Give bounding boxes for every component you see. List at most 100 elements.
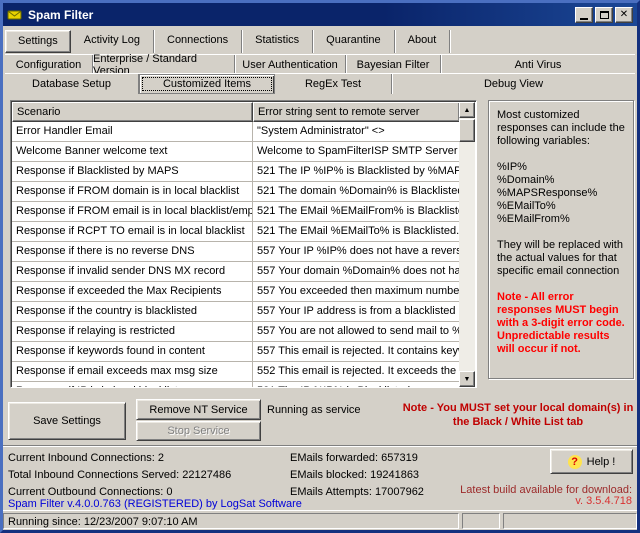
stat-label: Current Outbound Connections: — [8, 486, 163, 498]
cell-error: 521 The EMail %EMailFrom% is Blacklisted… — [253, 202, 460, 221]
cell-scenario: Response if RCPT TO email is in local bl… — [12, 222, 253, 241]
vertical-scrollbar[interactable]: ▲ ▼ — [459, 102, 475, 387]
table-row[interactable]: Response if invalid sender DNS MX record… — [12, 262, 460, 282]
column-header-error-string[interactable]: Error string sent to remote server — [253, 102, 460, 122]
cell-error: 557 You exceeded then maximum number of … — [253, 282, 460, 301]
maximize-icon — [600, 11, 609, 19]
cell-scenario: Response if FROM email is in local black… — [12, 202, 253, 221]
status-panel-2 — [462, 513, 500, 529]
connection-stats: Current Inbound Connections: 2 Total Inb… — [8, 450, 231, 501]
stat-label: EMails forwarded: — [290, 452, 378, 464]
tab-anti-virus[interactable]: Anti Virus — [441, 55, 635, 74]
scroll-up-button[interactable]: ▲ — [459, 102, 475, 118]
status-bar: Running since: 12/23/2007 9:07:10 AM — [3, 510, 637, 531]
stat-value: 22127486 — [182, 469, 231, 481]
table-row[interactable]: Response if keywords found in content557… — [12, 342, 460, 362]
close-button[interactable]: ✕ — [615, 7, 633, 23]
variable-mapsresponse: %MAPSResponse% — [497, 187, 627, 200]
status-panel-3 — [503, 513, 637, 529]
cell-error: 521 The EMail %EMailTo% is Blacklisted. — [253, 222, 460, 241]
window-title: Spam Filter — [28, 8, 93, 22]
table-row[interactable]: Response if the country is blacklisted55… — [12, 302, 460, 322]
cell-error: 552 This email is rejected. It exceeds t… — [253, 362, 460, 381]
cell-error: Welcome to SpamFilterISP SMTP Server %Ve… — [253, 142, 460, 161]
tab-bayesian-filter[interactable]: Bayesian Filter — [346, 55, 441, 74]
stat-label: Current Inbound Connections: — [8, 452, 155, 464]
maximize-button[interactable] — [595, 7, 613, 23]
table-row[interactable]: Response if FROM domain is in local blac… — [12, 182, 460, 202]
variable-ip: %IP% — [497, 161, 627, 174]
info-replacement: They will be replaced with the actual va… — [497, 239, 627, 278]
cell-scenario: Response if the country is blacklisted — [12, 302, 253, 321]
table-row[interactable]: Response if relaying is restricted557 Yo… — [12, 322, 460, 342]
latest-build-version-link[interactable]: v. 3.5.4.718 — [575, 495, 632, 507]
table-row[interactable]: Response if exceeded the Max Recipients5… — [12, 282, 460, 302]
remove-nt-service-button[interactable]: Remove NT Service — [136, 399, 261, 420]
cell-error: 557 This email is rejected. It contains … — [253, 342, 460, 361]
service-status-text: Running as service — [267, 404, 361, 416]
tab-user-authentication[interactable]: User Authentication — [235, 55, 346, 74]
tab-statistics[interactable]: Statistics — [242, 30, 313, 53]
cell-scenario: Response if exceeded the Max Recipients — [12, 282, 253, 301]
grid-rows: Error Handler Email"System Administrator… — [12, 122, 460, 387]
minimize-button[interactable] — [575, 7, 593, 23]
stat-value: 19241863 — [370, 469, 419, 481]
tab-regex-test[interactable]: RegEx Test — [275, 74, 392, 94]
tab-enterprise-standard-version[interactable]: Enterprise / Standard Version — [93, 55, 235, 74]
title-bar: Spam Filter ✕ — [3, 3, 637, 26]
stat-value: 657319 — [381, 452, 418, 464]
table-row[interactable]: Response if email exceeds max msg size55… — [12, 362, 460, 382]
running-since-panel: Running since: 12/23/2007 9:07:10 AM — [3, 513, 459, 529]
cell-error: 557 You are not allowed to send mail to … — [253, 322, 460, 341]
tab-customized-items[interactable]: Customized Items — [139, 74, 275, 94]
variables-info-panel: Most customized responses can include th… — [488, 100, 634, 379]
stop-service-button: Stop Service — [136, 421, 261, 441]
registered-version-link[interactable]: Spam Filter v.4.0.0.763 (REGISTERED) by … — [8, 498, 302, 510]
variable-emailto: %EMailTo% — [497, 200, 627, 213]
scroll-down-icon: ▼ — [464, 376, 471, 383]
save-settings-button[interactable]: Save Settings — [8, 402, 126, 440]
cell-scenario: Response if keywords found in content — [12, 342, 253, 361]
variable-domain: %Domain% — [497, 174, 627, 187]
tab-about[interactable]: About — [395, 30, 451, 53]
email-stats: EMails forwarded: 657319 EMails blocked:… — [290, 450, 424, 501]
help-question-icon: ? — [568, 455, 582, 469]
local-domains-note: Note - You MUST set your local domain(s)… — [400, 401, 636, 429]
settings-tab-row-2: Database Setup Customized Items RegEx Te… — [5, 73, 635, 94]
table-row[interactable]: Response if IP is in local blacklist521 … — [12, 382, 460, 387]
cell-scenario: Response if invalid sender DNS MX record — [12, 262, 253, 281]
tab-settings[interactable]: Settings — [5, 30, 71, 53]
cell-scenario: Response if relaying is restricted — [12, 322, 253, 341]
stat-value: 17007962 — [375, 486, 424, 498]
table-row[interactable]: Response if FROM email is in local black… — [12, 202, 460, 222]
tab-configuration[interactable]: Configuration — [5, 55, 93, 74]
customized-items-grid: Scenario Error string sent to remote ser… — [10, 100, 477, 388]
table-row[interactable]: Welcome Banner welcome textWelcome to Sp… — [12, 142, 460, 162]
stat-value: 2 — [158, 452, 164, 464]
settings-tab-row-1: Configuration Enterprise / Standard Vers… — [5, 54, 635, 74]
table-row[interactable]: Response if there is no reverse DNS557 Y… — [12, 242, 460, 262]
cell-scenario: Response if Blacklisted by MAPS — [12, 162, 253, 181]
cell-scenario: Welcome Banner welcome text — [12, 142, 253, 161]
close-icon: ✕ — [620, 10, 628, 20]
tab-debug-view[interactable]: Debug View — [392, 74, 635, 94]
table-row[interactable]: Response if Blacklisted by MAPS521 The I… — [12, 162, 460, 182]
tab-database-setup[interactable]: Database Setup — [5, 74, 139, 94]
scroll-down-button[interactable]: ▼ — [459, 371, 475, 387]
cell-scenario: Response if there is no reverse DNS — [12, 242, 253, 261]
cell-scenario: Response if IP is in local blacklist — [12, 382, 253, 387]
tab-quarantine[interactable]: Quarantine — [313, 30, 394, 53]
help-button[interactable]: ? Help ! — [550, 449, 633, 474]
stat-label: Total Inbound Connections Served: — [8, 469, 179, 481]
scroll-up-icon: ▲ — [464, 107, 471, 114]
cell-error: 557 Your domain %Domain% does not have a… — [253, 262, 460, 281]
help-button-label: Help ! — [587, 456, 616, 468]
cell-error: 521 The IP %IP% is Blacklisted. — [253, 382, 460, 387]
column-header-scenario[interactable]: Scenario — [12, 102, 253, 122]
scrollbar-thumb[interactable] — [459, 119, 475, 142]
variable-emailfrom: %EMailFrom% — [497, 213, 627, 226]
table-row[interactable]: Error Handler Email"System Administrator… — [12, 122, 460, 142]
table-row[interactable]: Response if RCPT TO email is in local bl… — [12, 222, 460, 242]
tab-activity-log[interactable]: Activity Log — [71, 30, 154, 53]
tab-connections[interactable]: Connections — [154, 30, 242, 53]
